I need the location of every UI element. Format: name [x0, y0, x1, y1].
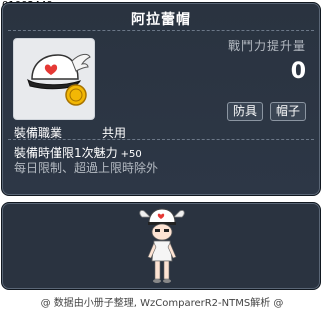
- item-icon-frame: [13, 38, 95, 120]
- item-name: 阿拉蕾帽: [131, 12, 191, 28]
- detail-divider: [8, 139, 314, 140]
- footer-credit: @ 数据由小册子整理, WzComparerR2-NTMS解析 @: [40, 298, 284, 309]
- limit-note: 每日限制、超過上限時除外: [14, 161, 159, 175]
- item-type-tag: 防具: [226, 102, 263, 121]
- item-tooltip: 阿拉蕾帽 戰鬥力提升量 0 防具 帽子 裝備職業 共用 裝備時僅限1次魅力 +50…: [1, 2, 321, 196]
- character-preview-icon: [139, 208, 185, 283]
- winged-cap-icon: [27, 53, 91, 106]
- combat-power-value: 0: [290, 59, 306, 84]
- title-divider: [8, 30, 314, 31]
- avatar-preview: [1, 202, 321, 290]
- combat-power-label: 戰鬥力提升量: [227, 39, 306, 53]
- effect-text: 裝備時僅限1次魅力: [14, 146, 118, 160]
- item-subtype-tag: 帽子: [269, 102, 306, 121]
